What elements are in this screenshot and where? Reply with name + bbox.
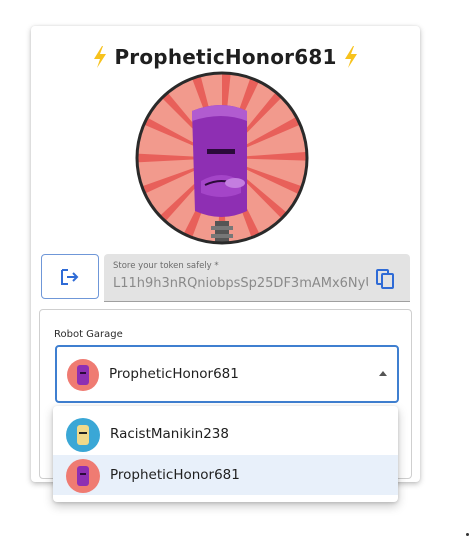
robot-avatar: [135, 71, 309, 245]
lightning-bolt-icon: [94, 46, 107, 68]
robot-avatar-small: [66, 459, 100, 493]
login-button[interactable]: [41, 254, 99, 299]
robot-option[interactable]: RacistManikin238: [53, 414, 398, 454]
lightning-bolt-icon: [344, 46, 357, 68]
dropdown-arrow-icon: [379, 371, 387, 376]
copy-icon[interactable]: [374, 266, 396, 290]
token-field[interactable]: Store your token safely * L11h9h3nRQniob…: [104, 254, 410, 302]
robot-select[interactable]: PropheticHonor681: [55, 345, 399, 403]
token-label: Store your token safely *: [113, 261, 219, 271]
robot-option[interactable]: PropheticHonor681: [53, 455, 398, 495]
robot-option-label: PropheticHonor681: [110, 467, 240, 483]
robot-select-value: PropheticHonor681: [109, 366, 239, 382]
robot-avatar-small: [66, 418, 100, 452]
garage-label: Robot Garage: [54, 329, 123, 340]
robot-option-label: RacistManikin238: [110, 426, 229, 442]
robot-dropdown-menu: RacistManikin238 PropheticHonor681: [53, 406, 398, 502]
login-arrow-icon: [61, 268, 79, 285]
stray-dot: [466, 533, 469, 536]
robot-title: PropheticHonor681: [31, 42, 420, 72]
robot-avatar-small: [67, 359, 99, 391]
token-input[interactable]: L11h9h3nRQniobpsSp25DF3mAMx6NyUq: [113, 276, 368, 291]
robot-name: PropheticHonor681: [114, 45, 337, 69]
